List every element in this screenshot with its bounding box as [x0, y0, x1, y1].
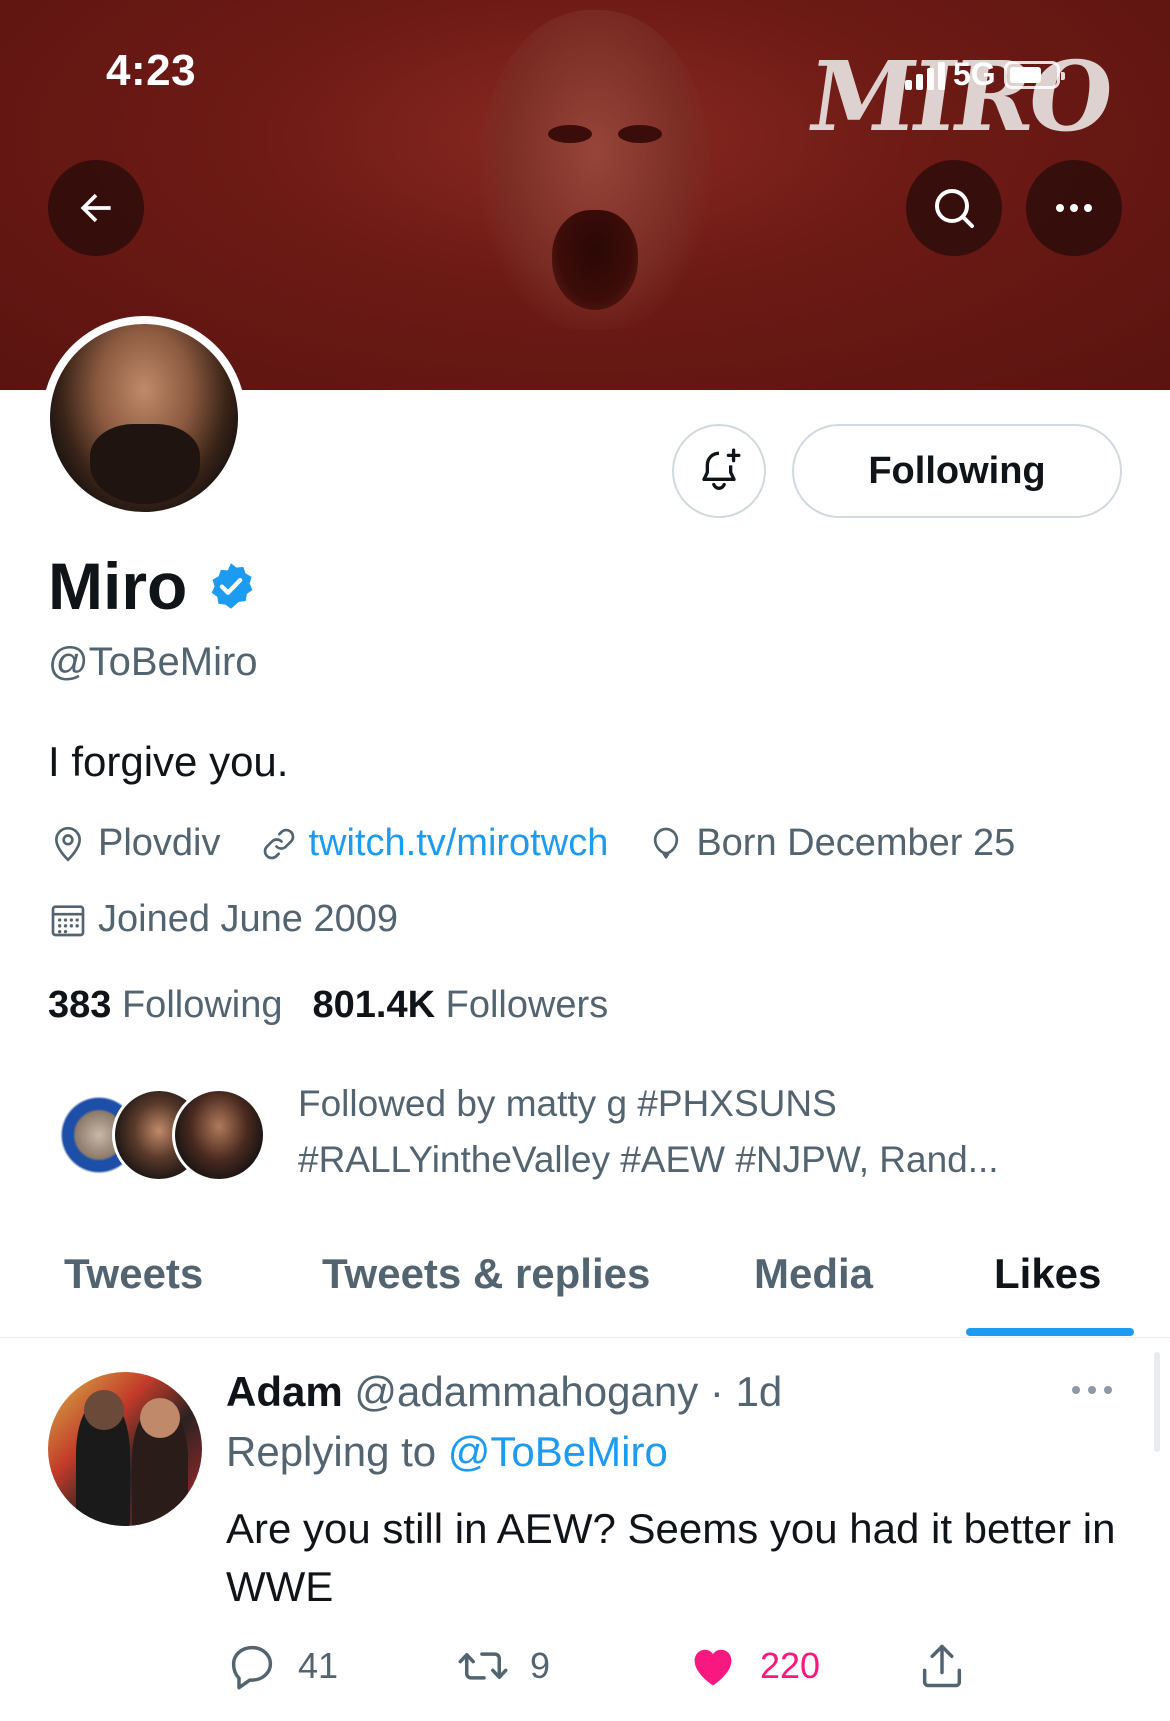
tab-media[interactable]: Media — [754, 1250, 873, 1298]
tweet-time[interactable]: 1d — [736, 1368, 783, 1415]
tweet-replying-to: Replying to @ToBeMiro — [226, 1428, 668, 1476]
avatar-image — [50, 324, 238, 512]
replying-prefix: Replying to — [226, 1428, 437, 1475]
more-icon — [1072, 1386, 1112, 1394]
battery-icon — [1003, 60, 1065, 89]
more-icon — [1056, 204, 1092, 212]
followed-by-line-1: Followed by matty g #PHXSUNS — [298, 1083, 837, 1124]
more-options-button[interactable] — [1026, 160, 1122, 256]
profile-name-row: Miro — [48, 548, 257, 624]
tweet-author-avatar[interactable] — [48, 1372, 202, 1526]
profile-meta-row: Plovdiv twitch.tv/mirotwch Born December… — [48, 822, 1053, 865]
tweet-author-handle[interactable]: @adammahogany — [354, 1368, 698, 1415]
calendar-icon — [51, 904, 85, 936]
tab-active-indicator — [966, 1328, 1134, 1336]
back-arrow-icon — [80, 193, 111, 223]
reply-icon — [231, 1645, 273, 1690]
website-link[interactable]: twitch.tv/mirotwch — [309, 822, 609, 865]
verified-badge-icon — [212, 563, 253, 609]
tab-tweets-replies[interactable]: Tweets & replies — [322, 1250, 650, 1298]
retweet-icon — [458, 1652, 508, 1680]
followed-by-avatars[interactable] — [52, 1088, 272, 1184]
status-icons: 5G — [905, 56, 1065, 93]
profile-avatar[interactable] — [42, 316, 246, 520]
tweet-text: Are you still in AEW? Seems you had it b… — [226, 1505, 1116, 1610]
birthday-text: Born December 25 — [696, 822, 1016, 864]
network-label: 5G — [953, 56, 996, 92]
scrollbar-thumb[interactable] — [1154, 1352, 1160, 1452]
following-count: 383 — [48, 984, 112, 1026]
like-count: 220 — [760, 1645, 821, 1686]
share-icon — [922, 1644, 962, 1688]
replying-mention[interactable]: @ToBeMiro — [448, 1428, 668, 1475]
location-icon — [54, 826, 82, 862]
banner-mouth — [552, 210, 638, 310]
profile-tabs: Tweets Tweets & replies Media Likes — [0, 1232, 1170, 1338]
tweet-actions: 41 9 220 — [226, 1640, 1126, 1700]
tweet-author-name[interactable]: Adam — [226, 1368, 343, 1415]
link-icon — [263, 828, 294, 859]
joined-item: Joined June 2009 — [48, 898, 398, 941]
banner-eye-left — [548, 125, 592, 143]
share-button[interactable] — [916, 1640, 968, 1692]
retweet-count: 9 — [530, 1645, 551, 1686]
location-text: Plovdiv — [98, 822, 221, 864]
tweet-header: Adam @adammahogany · 1d — [226, 1368, 782, 1416]
follow-counts: 383 Following 801.4K Followers — [48, 984, 608, 1027]
profile-bio: I forgive you. — [48, 738, 289, 785]
followers-label: Followers — [445, 984, 609, 1026]
birthday-item: Born December 25 — [646, 822, 1015, 865]
balloon-icon — [654, 827, 679, 859]
followed-by-text[interactable]: Followed by matty g #PHXSUNS #RALLYinthe… — [298, 1076, 1098, 1188]
status-time: 4:23 — [106, 46, 197, 95]
following-count-link[interactable]: 383 Following — [48, 984, 283, 1027]
notifications-button[interactable] — [672, 424, 766, 518]
tab-likes[interactable]: Likes — [994, 1250, 1101, 1298]
following-label: Following — [121, 984, 283, 1026]
back-button[interactable] — [48, 160, 144, 256]
profile-handle: @ToBeMiro — [48, 640, 258, 684]
followed-by-line-2: #RALLYintheValley #AEW #NJPW, Rand... — [298, 1139, 999, 1180]
heart-icon — [694, 1649, 732, 1686]
location-item: Plovdiv — [48, 822, 221, 865]
tweet-more-button[interactable] — [1070, 1380, 1114, 1405]
reply-count: 41 — [298, 1645, 339, 1686]
search-button[interactable] — [906, 160, 1002, 256]
signal-icon — [905, 60, 945, 90]
followers-count-link[interactable]: 801.4K Followers — [313, 984, 609, 1027]
search-icon — [935, 189, 974, 228]
website-item[interactable]: twitch.tv/mirotwch — [259, 822, 609, 865]
profile-name: Miro — [48, 549, 188, 623]
banner-eye-right — [618, 125, 662, 143]
retweet-button[interactable]: 9 — [456, 1640, 550, 1692]
profile-joined-row: Joined June 2009 — [48, 898, 436, 941]
bell-plus-icon — [702, 448, 741, 490]
followers-count: 801.4K — [312, 984, 436, 1026]
tweet-separator: · — [709, 1368, 724, 1415]
like-button[interactable]: 220 — [686, 1640, 820, 1692]
tab-tweets[interactable]: Tweets — [64, 1250, 203, 1298]
following-button[interactable]: Following — [792, 424, 1122, 518]
joined-text: Joined June 2009 — [98, 898, 399, 940]
follower-avatar-3 — [172, 1088, 266, 1182]
reply-button[interactable]: 41 — [226, 1640, 338, 1692]
